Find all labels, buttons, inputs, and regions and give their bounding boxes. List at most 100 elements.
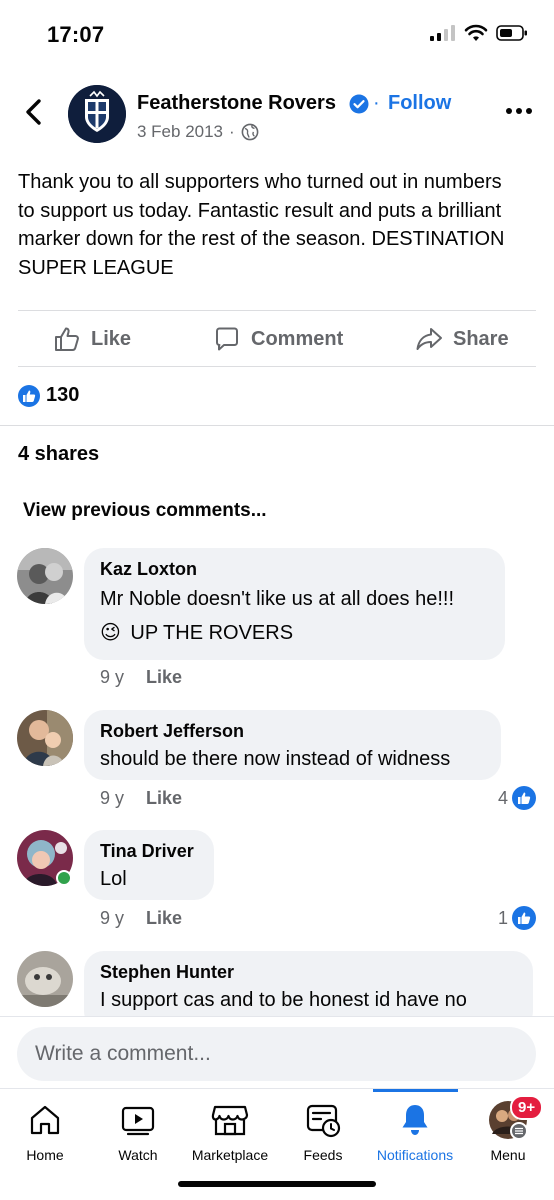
status-icons <box>430 24 528 42</box>
club-crest-icon <box>68 85 126 143</box>
comment-label: Comment <box>251 327 344 350</box>
marketplace-store-icon <box>211 1105 249 1136</box>
avatar[interactable] <box>17 951 73 1007</box>
comment-composer: Write a comment... <box>0 1016 554 1088</box>
comment-bubble-icon <box>216 327 238 351</box>
post-header: Featherstone Rovers · Follow 3 Feb 2013 … <box>0 82 554 144</box>
comment-text: I support cas and to be honest id have n… <box>100 989 467 1011</box>
tab-marketplace[interactable]: Marketplace <box>185 1089 275 1169</box>
home-indicator <box>178 1181 376 1187</box>
divider <box>0 425 554 426</box>
tab-watch[interactable]: Watch <box>93 1089 183 1169</box>
like-button[interactable]: Like <box>53 312 131 366</box>
tab-watch-label: Watch <box>118 1147 158 1163</box>
comment-reaction-count: 4 <box>497 787 508 808</box>
chevron-left-icon <box>26 99 41 125</box>
wifi-icon <box>464 24 488 41</box>
wink-emoji: 😉 <box>100 622 121 644</box>
menu-notification-badge: 9+ <box>510 1095 544 1120</box>
globe-icon <box>241 123 259 141</box>
comment-like-button[interactable]: Like <box>146 667 182 688</box>
post-action-bar: Like Comment Share <box>18 312 536 366</box>
comment-bubble[interactable]: Kaz Loxton Mr Noble doesn't like us at a… <box>84 548 505 660</box>
share-arrow-icon <box>416 328 442 350</box>
comment-input[interactable]: Write a comment... <box>17 1027 536 1081</box>
divider <box>18 310 536 311</box>
post-date[interactable]: 3 Feb 2013 <box>137 122 223 142</box>
comment-item: Stephen Hunter I support cas and to be h… <box>0 951 554 1017</box>
reaction-count: 130 <box>46 384 80 406</box>
reaction-summary[interactable]: 130 <box>18 384 79 407</box>
thumbs-up-icon <box>55 327 79 351</box>
post-meta: 3 Feb 2013 · <box>137 122 259 142</box>
more-options-button[interactable] <box>506 108 532 114</box>
comment-text-continued: UP THE ROVERS <box>130 622 294 644</box>
tab-marketplace-label: Marketplace <box>191 1147 269 1163</box>
like-reaction-icon <box>512 786 536 810</box>
comment-author[interactable]: Stephen Hunter <box>100 961 517 983</box>
tab-feeds-label: Feeds <box>303 1147 343 1163</box>
avatar[interactable] <box>17 710 73 766</box>
comment-reactions[interactable]: 1 <box>498 906 536 930</box>
home-icon <box>30 1105 60 1135</box>
tab-menu-label: Menu <box>490 1147 526 1163</box>
comment-age: 9 y <box>100 788 125 808</box>
comment-meta: 9 y Like <box>100 788 182 809</box>
comment-author[interactable]: Robert Jefferson <box>100 720 485 742</box>
more-dot-icon <box>506 108 512 114</box>
view-previous-comments[interactable]: View previous comments... <box>23 500 267 522</box>
share-button[interactable]: Share <box>415 312 509 366</box>
more-dot-icon <box>516 108 522 114</box>
tab-home[interactable]: Home <box>0 1089 90 1169</box>
more-dot-icon <box>526 108 532 114</box>
comment-age: 9 y <box>100 667 125 687</box>
battery-icon <box>496 25 527 41</box>
comment-meta: 9 y Like <box>100 667 182 688</box>
comment-text-line2: 😉 UP THE ROVERS <box>100 618 489 649</box>
comment-bubble[interactable]: Tina Driver Lol <box>84 830 214 900</box>
comment-bubble[interactable]: Stephen Hunter I support cas and to be h… <box>84 951 533 1017</box>
feeds-clock-icon <box>306 1104 341 1138</box>
user-photo-icon <box>17 951 73 1007</box>
page-name[interactable]: Featherstone Rovers <box>137 92 336 115</box>
avatar[interactable] <box>17 548 73 604</box>
bell-icon <box>402 1105 428 1135</box>
comment-button[interactable]: Comment <box>213 312 343 366</box>
share-label: Share <box>453 327 509 350</box>
tab-notifications[interactable]: Notifications <box>370 1089 460 1169</box>
like-label: Like <box>91 327 132 350</box>
post-text: Thank you to all supporters who turned o… <box>18 171 505 279</box>
status-time: 17:07 <box>47 22 105 47</box>
signal-icon <box>430 25 455 41</box>
tab-home-label: Home <box>26 1147 64 1163</box>
comment-bubble[interactable]: Robert Jefferson should be there now ins… <box>84 710 501 780</box>
tab-feeds[interactable]: Feeds <box>278 1089 368 1169</box>
comment-text: Mr Noble doesn't like us at all does he!… <box>100 588 455 610</box>
shares-count[interactable]: 4 shares <box>18 443 99 466</box>
comment-age: 9 y <box>100 908 125 928</box>
user-photo-icon <box>17 710 73 766</box>
tab-notifications-label: Notifications <box>376 1147 454 1163</box>
watch-video-icon <box>121 1106 155 1136</box>
status-bar: 17:07 <box>0 0 554 70</box>
like-reaction-icon <box>18 384 40 407</box>
like-reaction-icon <box>512 906 536 930</box>
comment-text: should be there now instead of widness <box>100 748 451 770</box>
comment-meta: 9 y Like <box>100 908 182 929</box>
comment-reactions[interactable]: 4 <box>498 786 536 810</box>
user-photo-icon <box>17 548 73 604</box>
follow-button[interactable]: Follow <box>388 92 451 115</box>
comment-like-button[interactable]: Like <box>146 908 182 929</box>
comment-reaction-count: 1 <box>497 907 508 928</box>
back-button[interactable] <box>22 96 46 128</box>
comment-like-button[interactable]: Like <box>146 788 182 809</box>
page-avatar[interactable] <box>68 85 126 143</box>
comment-author[interactable]: Kaz Loxton <box>100 558 489 580</box>
verified-badge-icon <box>349 94 369 114</box>
divider <box>18 366 536 367</box>
comment-text: Lol <box>100 868 127 890</box>
header-separator: · <box>373 92 380 114</box>
meta-separator: · <box>229 122 235 141</box>
online-status-icon <box>56 870 72 886</box>
comment-author[interactable]: Tina Driver <box>100 840 198 862</box>
